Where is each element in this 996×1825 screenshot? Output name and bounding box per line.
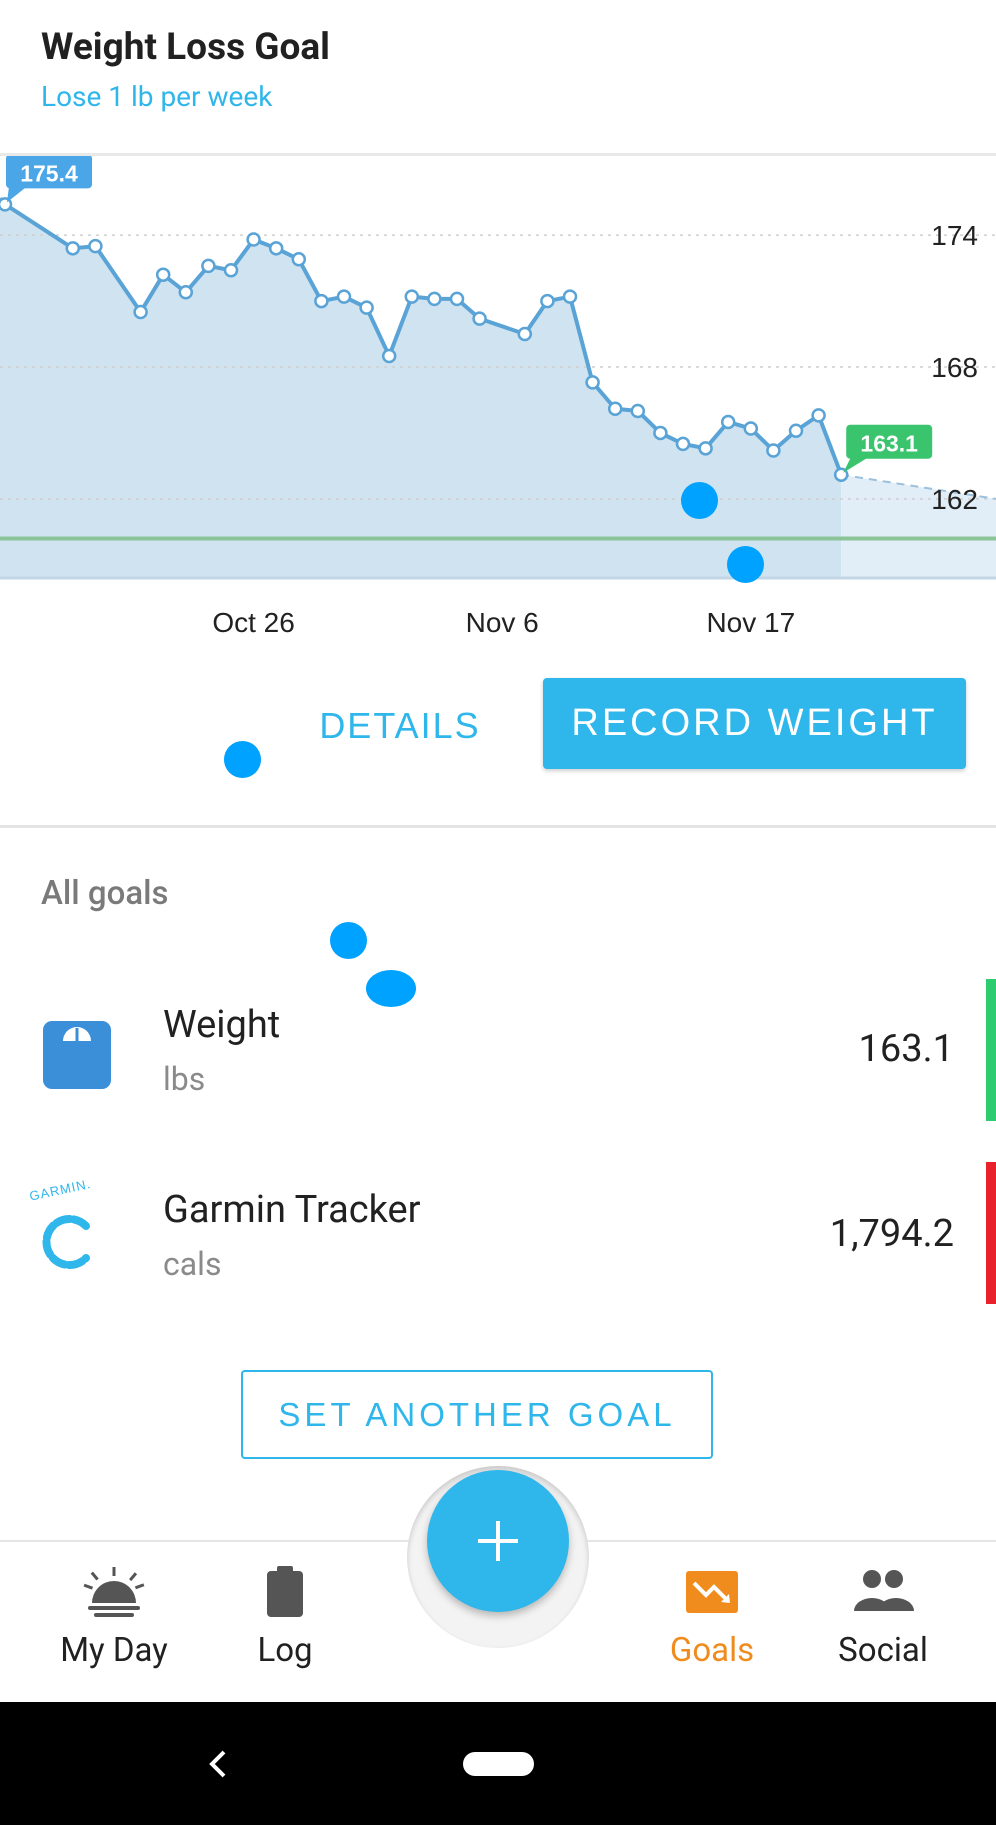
weight-point	[291, 252, 307, 267]
status-bar	[986, 1162, 996, 1304]
page-title: Weight Loss Goal	[41, 26, 330, 69]
weight-point	[743, 421, 759, 436]
status-bar	[986, 979, 996, 1121]
nav-label: My Day	[60, 1631, 168, 1670]
weight-point	[223, 263, 239, 278]
section-label: All goals	[41, 874, 169, 913]
weight-point	[359, 300, 374, 315]
nav-label: Goals	[669, 1631, 755, 1670]
y-tick-label: 174	[931, 220, 978, 251]
weight-point	[630, 403, 646, 419]
weight-point	[517, 326, 533, 342]
goal-value: 163.1	[858, 1027, 954, 1071]
home-pill[interactable]	[463, 1752, 534, 1776]
garmin-icon: GARMIN.	[28, 1176, 108, 1275]
nav-goals[interactable]: Goals	[637, 1565, 787, 1670]
weight-point	[246, 232, 261, 247]
weight-point	[381, 348, 397, 364]
x-tick-label: Nov 17	[706, 607, 795, 638]
goal-subtitle: Lose 1 lb per week	[41, 80, 273, 113]
chart-area	[0, 198, 842, 578]
goal-unit: lbs	[163, 1060, 206, 1098]
y-tick-label: 168	[931, 352, 978, 383]
touch-indicator	[224, 741, 261, 778]
goal-name: Weight	[163, 1003, 281, 1047]
weight-point	[675, 436, 691, 452]
divider	[0, 825, 996, 828]
weight-point	[268, 241, 284, 256]
touch-indicator	[366, 970, 416, 1007]
weight-point	[766, 443, 781, 458]
weight-point	[404, 289, 420, 304]
weight-point	[562, 289, 578, 304]
goal-value: 1,794.2	[829, 1212, 954, 1256]
record-weight-button[interactable]: RECORD WEIGHT	[543, 678, 966, 769]
clipboard-icon	[267, 1566, 303, 1617]
touch-indicator	[681, 482, 718, 519]
garmin-wordmark: GARMIN.	[28, 1175, 93, 1204]
weight-point	[178, 285, 194, 300]
scale-icon	[43, 1021, 111, 1089]
trend-icon	[686, 1571, 738, 1613]
nav-label: Log	[257, 1631, 313, 1670]
weight-point	[314, 293, 329, 309]
back-icon[interactable]	[206, 1748, 230, 1780]
x-tick-label: Nov 6	[466, 607, 539, 638]
weight-point	[698, 441, 713, 456]
weight-chart[interactable]: 174 168 162 Oct 26 Nov 6 Nov 17 175.4 163.1	[0, 156, 996, 656]
weight-point	[540, 293, 555, 309]
weight-point	[449, 291, 465, 307]
details-button[interactable]: DETAILS	[310, 690, 490, 760]
system-nav-bar	[0, 1702, 996, 1825]
weight-point	[720, 414, 736, 430]
weight-point	[585, 375, 600, 390]
end-badge-pointer	[843, 456, 870, 473]
nav-log[interactable]: Log	[210, 1565, 360, 1670]
weight-point	[201, 258, 216, 274]
nav-label: Social	[838, 1631, 928, 1670]
sunrise-icon	[83, 1567, 145, 1617]
weight-point	[653, 425, 668, 441]
nav-social[interactable]: Social	[808, 1565, 958, 1670]
weight-point	[336, 289, 352, 304]
nav-my-day[interactable]: My Day	[39, 1565, 189, 1670]
x-tick-label: Oct 26	[212, 607, 294, 638]
touch-indicator	[330, 922, 367, 959]
people-icon	[854, 1570, 914, 1611]
weight-point	[427, 291, 442, 307]
goal-name: Garmin Tracker	[163, 1188, 421, 1232]
weight-point	[607, 401, 623, 417]
weight-point	[472, 311, 487, 326]
weight-point	[88, 238, 103, 254]
weight-point	[155, 267, 171, 282]
weight-point	[788, 423, 804, 438]
set-another-goal-button[interactable]: SET ANOTHER GOAL	[241, 1370, 713, 1459]
goal-unit: cals	[163, 1245, 222, 1283]
goal-row-garmin[interactable]: GARMIN. Garmin Tracker cals 1,794.2	[0, 1150, 996, 1310]
end-badge-label: 163.1	[860, 431, 918, 457]
start-badge-label: 175.4	[20, 160, 78, 186]
goal-row-weight[interactable]: Weight lbs 163.1	[0, 965, 996, 1125]
weight-point	[133, 304, 148, 320]
plus-icon	[478, 1521, 518, 1561]
add-button[interactable]	[427, 1470, 569, 1612]
weight-point	[811, 408, 826, 423]
weight-point	[65, 241, 81, 256]
y-tick-label: 162	[931, 484, 978, 515]
touch-indicator	[727, 546, 764, 583]
